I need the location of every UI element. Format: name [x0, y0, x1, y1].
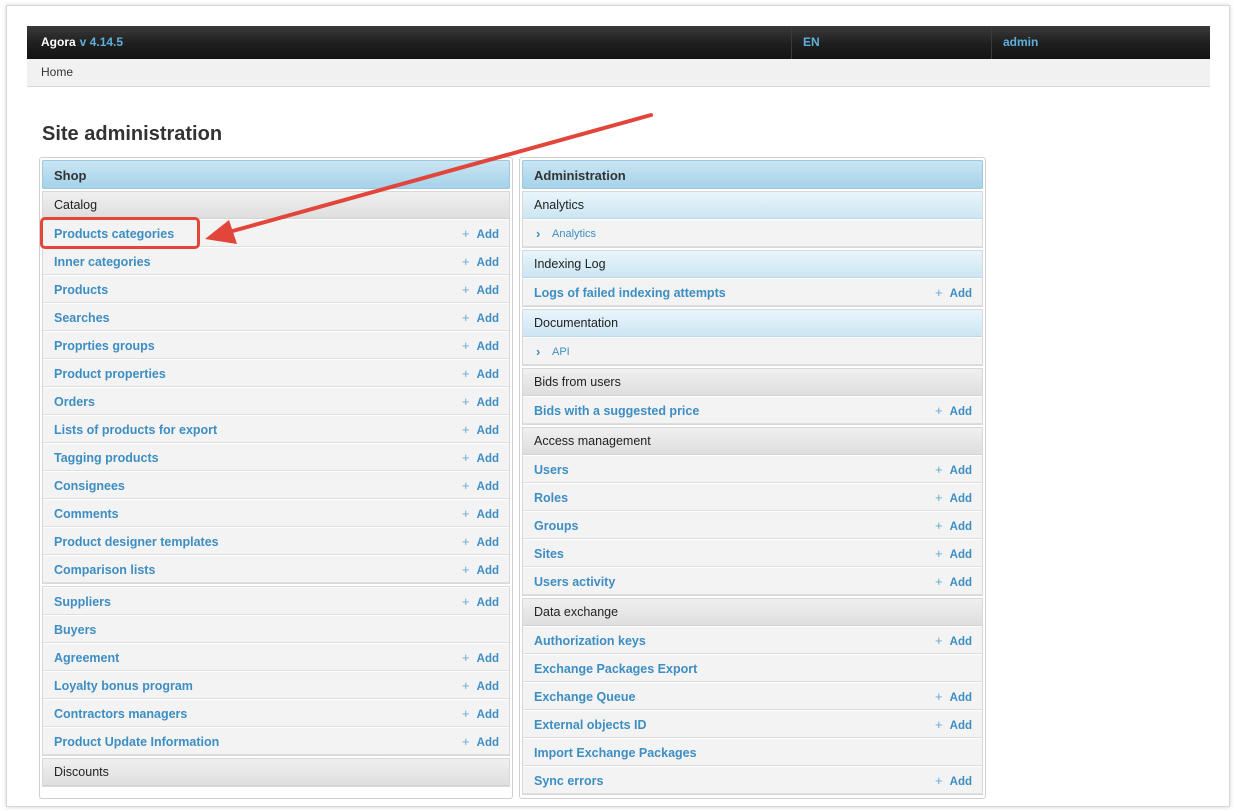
- page-frame: Agora v 4.14.5 EN admin Home Site adminis…: [6, 5, 1230, 807]
- annotation-arrow-icon: [205, 113, 653, 244]
